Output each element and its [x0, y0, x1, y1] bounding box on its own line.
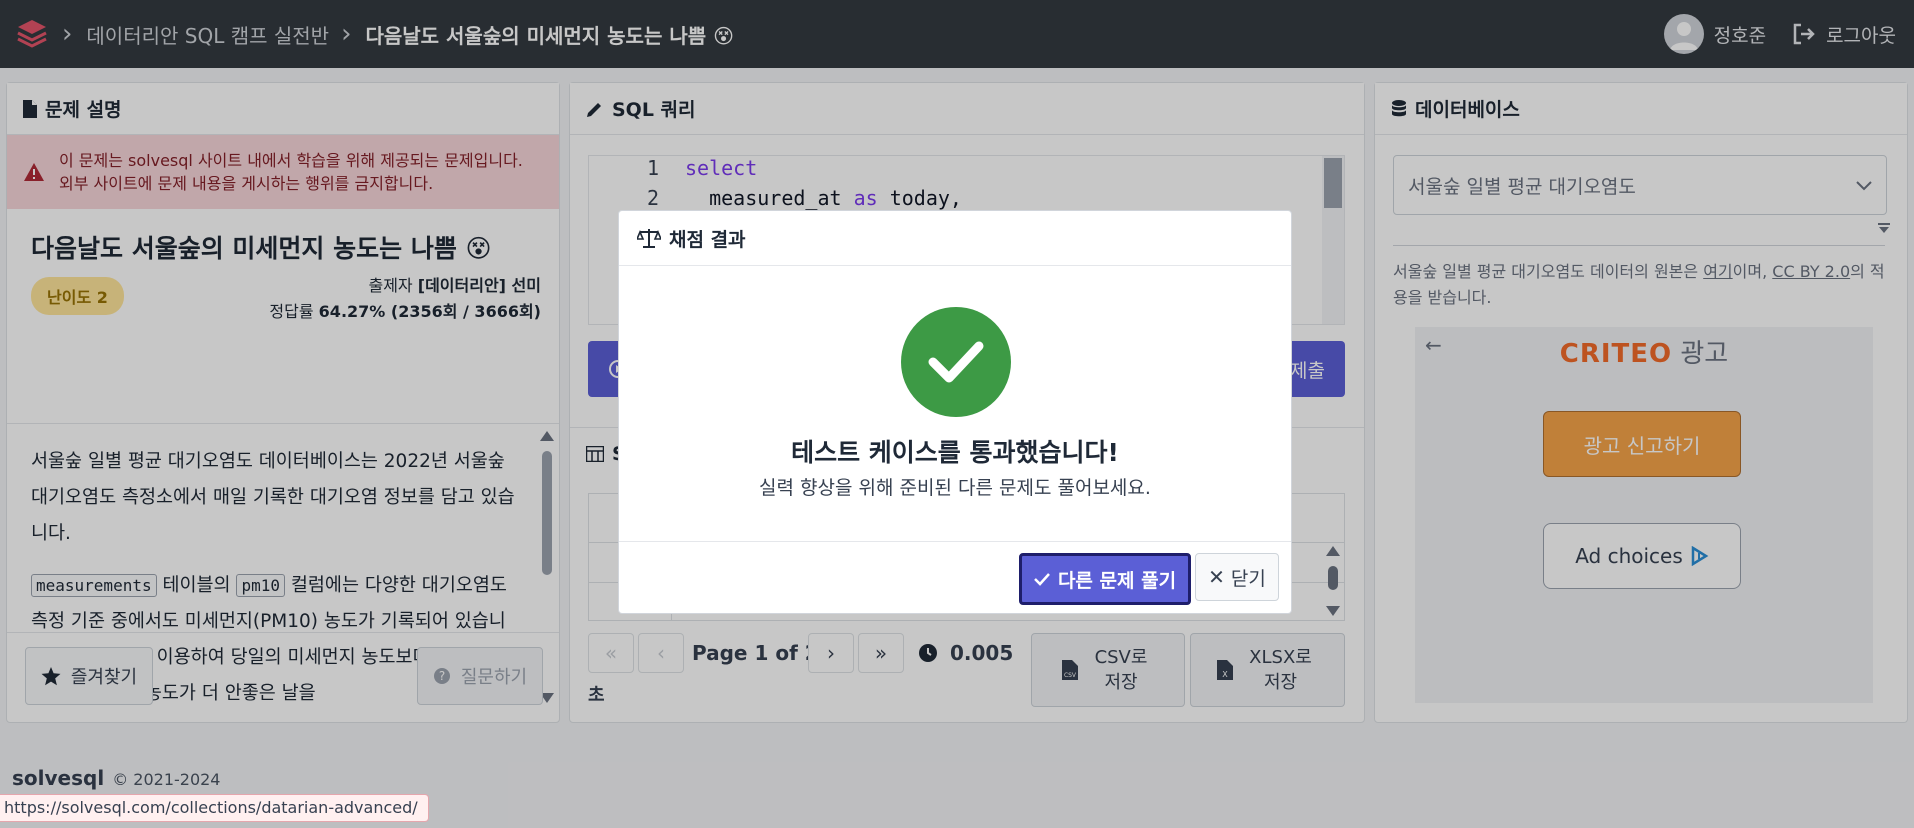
success-check-icon: [901, 307, 1011, 417]
scale-icon: [637, 229, 661, 248]
modal-header: 채점 결과: [619, 211, 1291, 266]
check-icon: [1034, 573, 1050, 586]
grading-result-modal: 채점 결과 테스트 케이스를 통과했습니다! 실력 향상을 위해 준비된 다른 …: [618, 210, 1292, 614]
close-button[interactable]: ✕ 닫기: [1195, 553, 1279, 601]
modal-footer: 다른 문제 풀기 ✕ 닫기: [619, 541, 1291, 615]
modal-title: 채점 결과: [669, 228, 746, 251]
close-icon: ✕: [1208, 565, 1225, 589]
next-problem-label: 다른 문제 풀기: [1057, 569, 1177, 592]
success-sub-message: 실력 향상을 위해 준비된 다른 문제도 풀어보세요.: [759, 477, 1151, 499]
success-message: 테스트 케이스를 통과했습니다!: [791, 438, 1119, 467]
status-bar-url: https://solvesql.com/collections/dataria…: [0, 794, 429, 822]
next-problem-button[interactable]: 다른 문제 풀기: [1019, 553, 1191, 605]
close-label: 닫기: [1230, 567, 1266, 590]
